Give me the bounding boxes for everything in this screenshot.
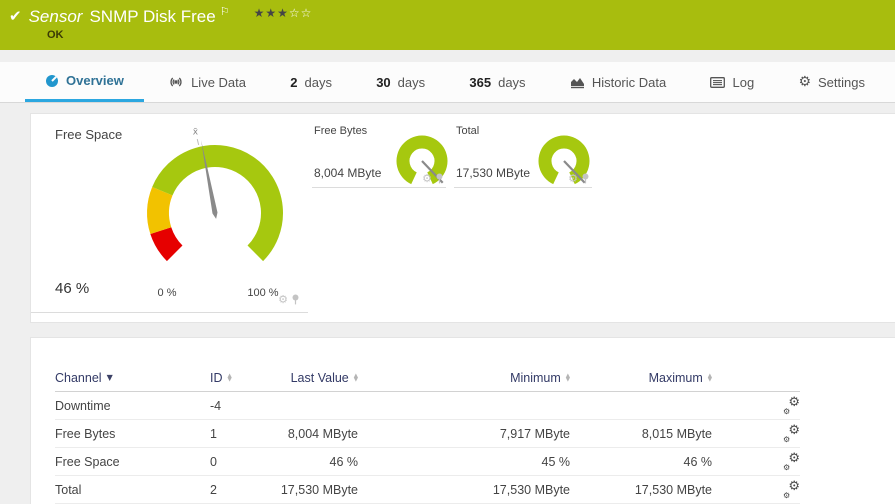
minimum: 7,917 MByte bbox=[358, 427, 570, 441]
channel-id: -4 bbox=[210, 399, 270, 413]
channels-panel: Channel ▼ ID ▲▼ Last Value ▲▼ Minimum ▲▼… bbox=[30, 337, 895, 504]
pin-icon[interactable] bbox=[435, 173, 444, 184]
table-header-row: Channel ▼ ID ▲▼ Last Value ▲▼ Minimum ▲▼… bbox=[55, 365, 800, 392]
tab-2-days[interactable]: 2 days bbox=[270, 62, 352, 102]
tab-label: Settings bbox=[818, 75, 865, 90]
tab-label: days bbox=[398, 75, 425, 90]
gear-icon[interactable]: ⚙ bbox=[568, 173, 578, 184]
column-header-last-value[interactable]: Last Value ▲▼ bbox=[270, 371, 358, 385]
priority-stars[interactable]: ★★★☆☆ bbox=[254, 5, 313, 21]
column-label: Maximum bbox=[649, 371, 703, 385]
maximum: 46 % bbox=[570, 455, 712, 469]
free-space-gauge-card: Free Space x̄ 0 % 100 % 46 % ⚙ bbox=[31, 114, 308, 313]
gauge-icon bbox=[45, 74, 59, 88]
tab-number: 2 bbox=[290, 75, 297, 90]
tab-number: 30 bbox=[376, 75, 390, 90]
tab-bar: Overview Live Data 2 days 30 days 365 da… bbox=[0, 62, 895, 103]
sensor-type-label: Sensor bbox=[29, 5, 83, 29]
gauge-title: Total bbox=[456, 125, 479, 137]
stars-empty: ☆☆ bbox=[289, 6, 313, 20]
gauge-value: 17,530 MByte bbox=[456, 166, 530, 180]
pin-icon[interactable] bbox=[291, 294, 300, 305]
gauge-max-label: 100 % bbox=[247, 287, 278, 299]
maximum: 8,015 MByte bbox=[570, 427, 712, 441]
tab-label: Log bbox=[732, 75, 754, 90]
channel-id: 0 bbox=[210, 455, 270, 469]
sensor-header: ✔ Sensor SNMP Disk Free ⚐ ★★★☆☆ OK bbox=[0, 0, 895, 50]
channel-settings-icon[interactable]: ⚙⚙ bbox=[783, 426, 800, 441]
tab-overview[interactable]: Overview bbox=[25, 62, 144, 102]
tab-live-data[interactable]: Live Data bbox=[148, 62, 266, 102]
tab-label: Historic Data bbox=[592, 75, 666, 90]
tab-log[interactable]: Log bbox=[690, 62, 774, 102]
gear-icon[interactable]: ⚙ bbox=[278, 294, 288, 305]
gauge-min-label: 0 % bbox=[158, 287, 177, 299]
tab-label: Live Data bbox=[191, 75, 246, 90]
svg-text:x̄: x̄ bbox=[193, 127, 199, 137]
column-label: Channel bbox=[55, 371, 102, 385]
gear-icon[interactable]: ⚙ bbox=[422, 173, 432, 184]
tab-label: Overview bbox=[66, 73, 124, 88]
gauge-title: Free Bytes bbox=[314, 125, 367, 137]
status-check-icon: ✔ bbox=[9, 7, 22, 25]
prtg-sensor-page: ✔ Sensor SNMP Disk Free ⚐ ★★★☆☆ OK Overv… bbox=[0, 0, 895, 504]
sort-icon: ▲▼ bbox=[708, 374, 712, 383]
channel-settings-icon[interactable]: ⚙⚙ bbox=[783, 398, 800, 413]
table-row-free-space[interactable]: Free Space 0 46 % 45 % 46 % ⚙⚙ bbox=[55, 448, 800, 476]
channel-name: Free Bytes bbox=[55, 427, 210, 441]
minimum: 17,530 MByte bbox=[358, 483, 570, 497]
maximum: 17,530 MByte bbox=[570, 483, 712, 497]
free-space-gauge: x̄ bbox=[110, 118, 320, 268]
last-value: 17,530 MByte bbox=[270, 483, 358, 497]
column-header-channel[interactable]: Channel ▼ bbox=[55, 371, 210, 385]
status-badge: OK bbox=[47, 29, 64, 41]
column-header-id[interactable]: ID ▲▼ bbox=[210, 371, 270, 385]
column-header-maximum[interactable]: Maximum ▲▼ bbox=[570, 371, 712, 385]
live-data-icon bbox=[168, 75, 184, 89]
stars-filled: ★★★ bbox=[254, 6, 289, 20]
column-header-minimum[interactable]: Minimum ▲▼ bbox=[358, 371, 570, 385]
column-label: ID bbox=[210, 371, 223, 385]
tab-label: days bbox=[498, 75, 525, 90]
tab-historic-data[interactable]: Historic Data bbox=[550, 62, 686, 102]
column-label: Last Value bbox=[291, 371, 349, 385]
channel-settings-icon[interactable]: ⚙⚙ bbox=[783, 454, 800, 469]
tab-settings[interactable]: ⚙ Settings bbox=[778, 62, 885, 102]
channel-name: Total bbox=[55, 483, 210, 497]
channel-name: Free Space bbox=[55, 455, 210, 469]
sort-icon: ▲▼ bbox=[228, 374, 232, 383]
log-icon bbox=[710, 77, 725, 88]
tab-label: days bbox=[304, 75, 331, 90]
gauge-value: 46 % bbox=[55, 280, 89, 297]
channel-id: 2 bbox=[210, 483, 270, 497]
table-row-free-bytes[interactable]: Free Bytes 1 8,004 MByte 7,917 MByte 8,0… bbox=[55, 420, 800, 448]
tab-30-days[interactable]: 30 days bbox=[356, 62, 445, 102]
gear-icon: ⚙ bbox=[798, 75, 811, 89]
channel-id: 1 bbox=[210, 427, 270, 441]
free-bytes-gauge-card: Free Bytes 8,004 MByte ⚙ bbox=[312, 114, 446, 188]
chart-icon bbox=[570, 76, 585, 89]
column-label: Minimum bbox=[510, 371, 561, 385]
last-value: 46 % bbox=[270, 455, 358, 469]
flag-icon[interactable]: ⚐ bbox=[220, 5, 230, 19]
tab-number: 365 bbox=[469, 75, 491, 90]
total-gauge-card: Total 17,530 MByte ⚙ bbox=[454, 114, 592, 188]
table-row-downtime[interactable]: Downtime -4 ⚙⚙ bbox=[55, 392, 800, 420]
table-row-total[interactable]: Total 2 17,530 MByte 17,530 MByte 17,530… bbox=[55, 476, 800, 504]
minimum: 45 % bbox=[358, 455, 570, 469]
last-value: 8,004 MByte bbox=[270, 427, 358, 441]
pin-icon[interactable] bbox=[581, 173, 590, 184]
channel-name: Downtime bbox=[55, 399, 210, 413]
tab-365-days[interactable]: 365 days bbox=[449, 62, 545, 102]
channels-table: Channel ▼ ID ▲▼ Last Value ▲▼ Minimum ▲▼… bbox=[55, 365, 800, 504]
sensor-title: SNMP Disk Free bbox=[89, 5, 215, 29]
channel-settings-icon[interactable]: ⚙⚙ bbox=[783, 482, 800, 497]
gauge-value: 8,004 MByte bbox=[314, 166, 381, 180]
gauges-panel: Free Space x̄ 0 % 100 % 46 % ⚙ Free Byte… bbox=[30, 113, 895, 323]
sort-desc-icon: ▼ bbox=[107, 374, 113, 382]
